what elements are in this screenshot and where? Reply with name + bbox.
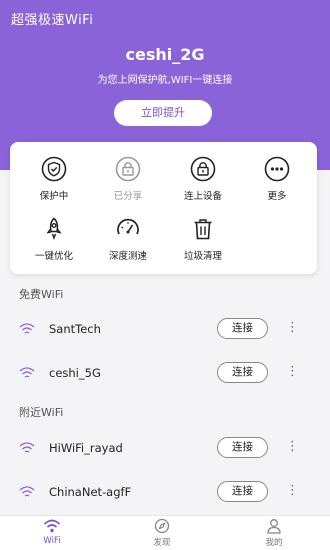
lock-icon xyxy=(115,156,141,182)
tool-label: 保护中 xyxy=(39,191,69,202)
wifi-row: ChinaNet-agfF 连接 ⋮ xyxy=(0,471,330,515)
connect-button[interactable]: 连接 xyxy=(217,362,268,383)
wifi-name: ceshi_5G xyxy=(49,366,101,380)
wifi-icon xyxy=(43,519,61,533)
speedometer-icon xyxy=(117,218,139,235)
tool-protecting[interactable]: 保护中 xyxy=(14,156,94,202)
tab-label: 我的 xyxy=(265,538,283,548)
more-options-icon[interactable]: ⋮ xyxy=(286,320,299,338)
more-options-icon[interactable]: ⋮ xyxy=(286,439,299,457)
tool-cleanup[interactable]: 垃圾清理 xyxy=(163,216,243,262)
tool-more[interactable]: 更多 xyxy=(237,156,317,202)
wifi-row: HiWiFi_rayad 连接 ⋮ xyxy=(0,427,330,471)
shield-check-icon xyxy=(41,156,67,182)
tool-speed-test[interactable]: 深度测速 xyxy=(88,216,168,262)
header-subtitle: 为您上网保护航,WIFI一键连接 xyxy=(97,75,233,86)
tab-label: 发现 xyxy=(153,538,171,548)
tab-me[interactable]: 我的 xyxy=(244,518,304,548)
wifi-row: ceshi_5G 连接 ⋮ xyxy=(0,352,330,396)
tool-label: 一键优化 xyxy=(34,251,73,262)
tool-label: 更多 xyxy=(267,191,287,202)
nearby-wifi-title: 附近WiFi xyxy=(19,406,64,419)
user-icon xyxy=(267,519,281,534)
rocket-icon xyxy=(46,217,62,240)
tool-label: 垃圾清理 xyxy=(183,251,222,262)
app-title: 超强极速WiFi xyxy=(11,13,94,28)
lock-icon xyxy=(190,156,216,182)
more-dots-icon xyxy=(264,156,290,182)
tool-label: 连上设备 xyxy=(183,191,222,202)
bottom-tab-bar: WiFi 发现 我的 xyxy=(0,515,330,550)
tool-label: 深度测速 xyxy=(108,251,147,262)
tool-shared[interactable]: 已分享 xyxy=(88,156,168,202)
wifi-name: ChinaNet-agfF xyxy=(49,485,132,499)
more-options-icon[interactable]: ⋮ xyxy=(286,364,299,382)
tab-wifi[interactable]: WiFi xyxy=(22,518,82,546)
wifi-signal-icon xyxy=(19,367,35,378)
free-wifi-title: 免费WiFi xyxy=(19,288,64,301)
wifi-name: HiWiFi_rayad xyxy=(49,441,123,455)
more-options-icon[interactable]: ⋮ xyxy=(286,483,299,501)
tool-connected-devices[interactable]: 连上设备 xyxy=(163,156,243,202)
compass-icon xyxy=(154,518,170,534)
current-ssid: ceshi_2G xyxy=(125,45,205,64)
tool-optimize[interactable]: 一键优化 xyxy=(14,216,94,262)
wifi-signal-icon xyxy=(19,486,35,497)
wifi-name: SantTech xyxy=(49,322,101,336)
wifi-signal-icon xyxy=(19,442,35,453)
connect-button[interactable]: 连接 xyxy=(217,437,268,458)
wifi-row: SantTech 连接 ⋮ xyxy=(0,308,330,352)
boost-button[interactable]: 立即提升 xyxy=(114,100,212,126)
tool-label: 已分享 xyxy=(113,191,143,202)
tools-card: 保护中 已分享 连上设备 更多 一键优化 深度测速 垃圾清理 xyxy=(10,142,317,274)
connect-button[interactable]: 连接 xyxy=(217,481,268,502)
tab-label: WiFi xyxy=(43,536,61,546)
connect-button[interactable]: 连接 xyxy=(217,318,268,339)
tab-discover[interactable]: 发现 xyxy=(132,518,192,548)
trash-icon xyxy=(194,219,212,240)
wifi-signal-icon xyxy=(19,323,35,334)
